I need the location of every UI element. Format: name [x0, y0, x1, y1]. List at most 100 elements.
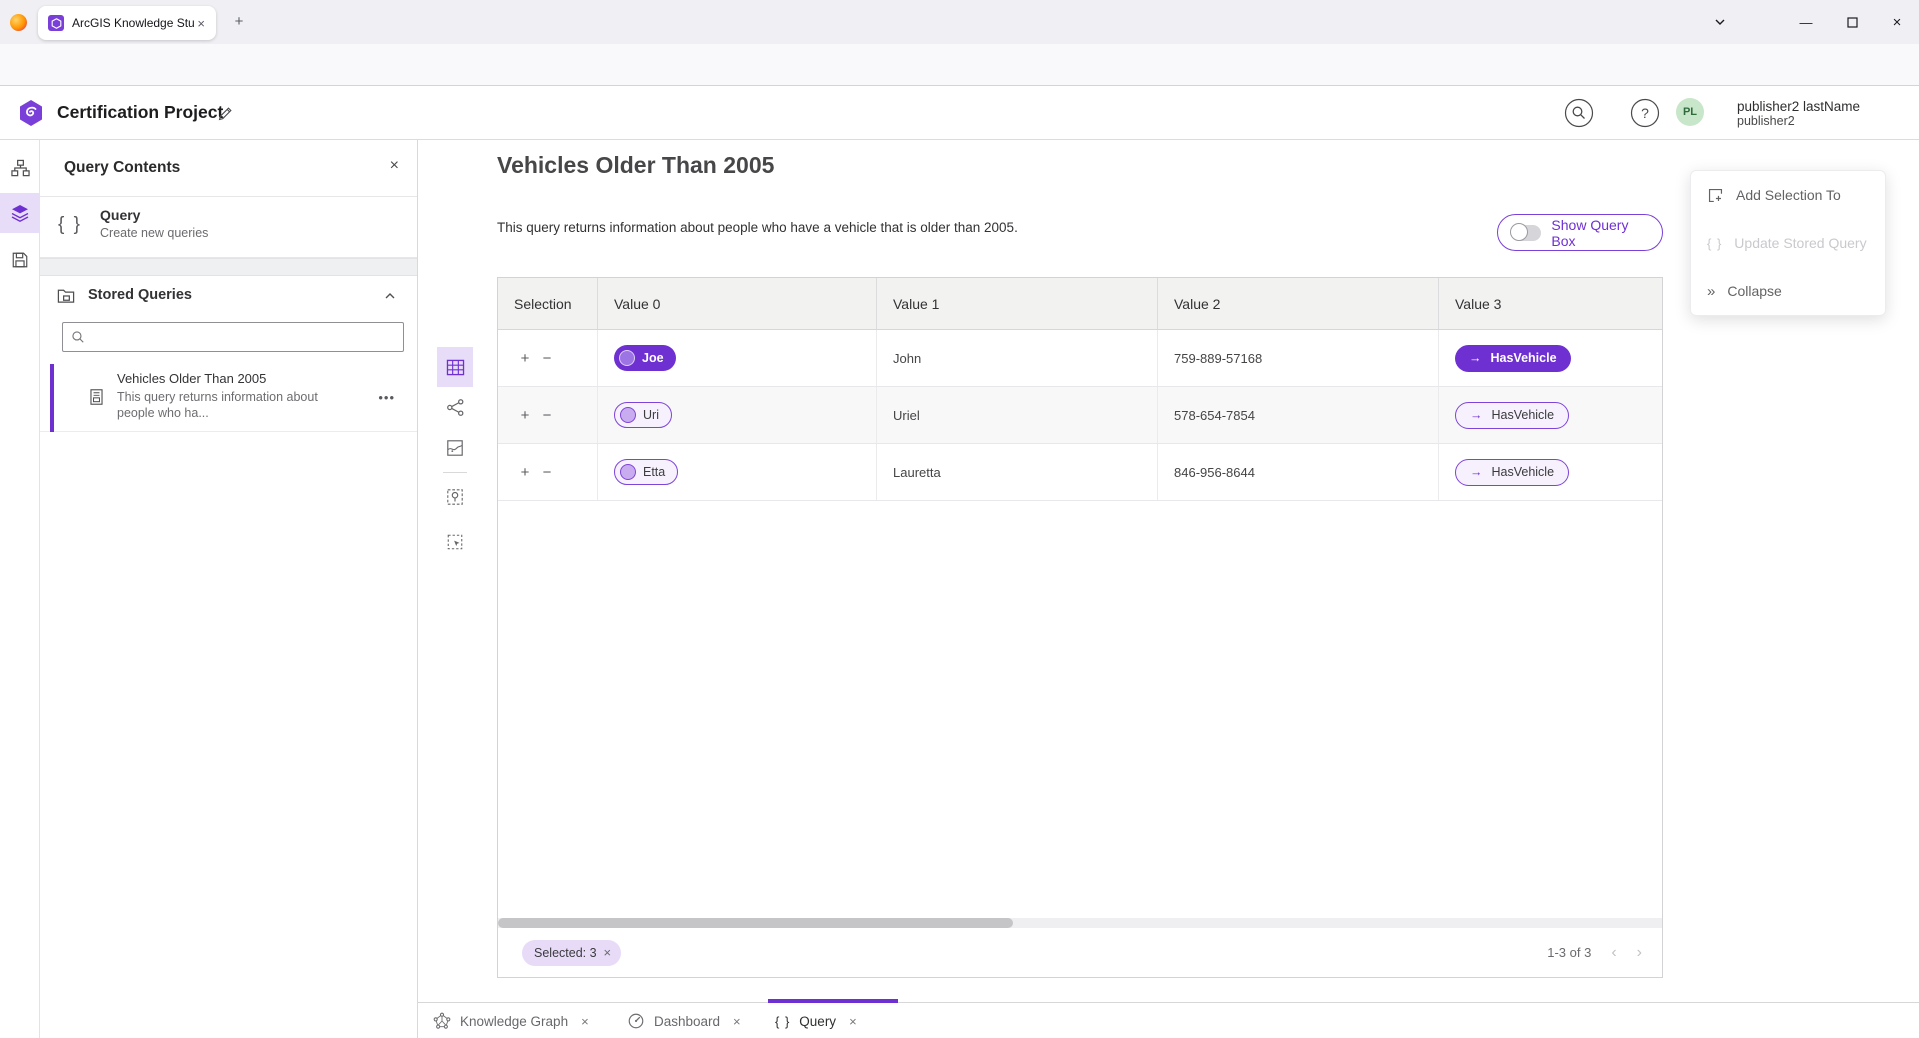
column-header-value1[interactable]: Value 1 [877, 278, 1158, 329]
stored-queries-header[interactable]: Stored Queries [40, 276, 417, 316]
entity-pill[interactable]: Uri [614, 402, 672, 428]
remove-selection-icon[interactable]: − [536, 464, 558, 481]
contents-button[interactable] [0, 193, 40, 233]
entity-dot-icon [620, 407, 636, 423]
search-input[interactable] [91, 330, 395, 345]
remove-selection-icon[interactable]: − [536, 407, 558, 424]
maximize-window-button[interactable] [1832, 0, 1872, 44]
query-item[interactable]: { } Query Create new queries [40, 197, 417, 258]
horizontal-scrollbar[interactable] [498, 918, 1662, 928]
results-table: Selection Value 0 Value 1 Value 2 Value … [497, 277, 1663, 978]
stored-query-title: Vehicles Older Than 2005 [117, 371, 266, 386]
relationship-pill[interactable]: →HasVehicle [1455, 402, 1569, 429]
knowledge-studio-favicon [48, 15, 64, 31]
stored-query-options-icon[interactable]: ••• [378, 390, 395, 405]
relationship-cell: →HasVehicle [1439, 444, 1662, 500]
selection-tools-button[interactable] [437, 522, 473, 562]
minimize-window-button[interactable]: — [1786, 0, 1826, 44]
save-button[interactable] [0, 240, 40, 280]
remove-selection-icon[interactable]: − [536, 350, 558, 367]
stored-query-doc-icon [88, 388, 105, 406]
value2-cell: 846-956-8644 [1158, 444, 1439, 500]
entity-pill[interactable]: Joe [614, 345, 676, 371]
value1-cell: Lauretta [877, 444, 1158, 500]
map-icon [446, 439, 464, 457]
tab-close-icon[interactable]: × [733, 1014, 741, 1029]
selection-cell: + − [498, 387, 598, 443]
firefox-icon[interactable] [10, 14, 27, 31]
screen: ArcGIS Knowledge Studio × + — × [0, 0, 1919, 1038]
menu-item-collapse[interactable]: » Collapse [1691, 267, 1885, 315]
double-chevron-icon: » [1707, 283, 1715, 300]
relationship-cell: →HasVehicle [1439, 387, 1662, 443]
map-view-button[interactable] [437, 428, 473, 468]
add-selection-to-icon [1707, 187, 1724, 204]
toggle-track[interactable] [1512, 225, 1541, 241]
list-tabs-icon[interactable] [1700, 0, 1740, 44]
column-header-value0[interactable]: Value 0 [598, 278, 877, 329]
selected-indicator [50, 364, 54, 432]
viewer-description: This query returns information about peo… [497, 220, 1018, 235]
tab-close-icon[interactable]: × [849, 1014, 857, 1029]
clear-selection-icon[interactable]: × [604, 945, 612, 960]
value2-cell: 578-654-7854 [1158, 387, 1439, 443]
user-avatar[interactable]: PL [1676, 98, 1704, 126]
selected-count-chip[interactable]: Selected: 3 × [522, 940, 621, 966]
tab-query[interactable]: { } Query × [775, 1003, 857, 1038]
show-query-box-toggle[interactable]: Show Query Box [1497, 214, 1663, 251]
stored-query-description: This query returns information about peo… [117, 389, 345, 421]
column-header-selection[interactable]: Selection [498, 278, 598, 329]
menu-item-add-selection-to[interactable]: Add Selection To [1691, 171, 1885, 219]
tab-knowledge-graph[interactable]: Knowledge Graph × [433, 1003, 589, 1038]
close-window-button[interactable]: × [1877, 0, 1917, 44]
table-view-button[interactable] [437, 347, 473, 387]
next-page-button[interactable]: › [1637, 944, 1642, 962]
help-button[interactable]: ? [1630, 98, 1660, 128]
arcgis-knowledge-logo [16, 98, 46, 128]
entity-dot-icon [619, 350, 635, 366]
column-header-value3[interactable]: Value 3 [1439, 278, 1662, 329]
search-button[interactable] [1564, 98, 1594, 128]
table-row[interactable]: + − Joe John 759-889-57168 →HasVehicle [498, 330, 1662, 387]
menu-item-update-stored-query[interactable]: { } Update Stored Query [1691, 219, 1885, 267]
link-chart-icon [446, 398, 465, 417]
panel-close-icon[interactable]: × [390, 157, 399, 175]
tab-close-icon[interactable]: × [581, 1014, 589, 1029]
user-handle: publisher2 [1737, 114, 1860, 129]
stored-queries-search[interactable] [62, 322, 404, 352]
new-tab-button[interactable]: + [228, 11, 250, 33]
table-row[interactable]: + − Uri Uriel 578-654-7854 →HasVehicle [498, 387, 1662, 444]
left-rail: » [0, 140, 40, 1038]
relationship-pill[interactable]: →HasVehicle [1455, 345, 1571, 372]
table-row[interactable]: + − Etta Lauretta 846-956-8644 →HasVehic… [498, 444, 1662, 501]
link-chart-button[interactable] [437, 387, 473, 427]
stored-query-item[interactable]: Vehicles Older Than 2005 This query retu… [40, 364, 417, 432]
add-selection-icon[interactable]: + [514, 350, 536, 367]
add-to-map-icon [446, 488, 464, 506]
add-selection-icon[interactable]: + [514, 407, 536, 424]
toggle-knob[interactable] [1510, 223, 1528, 241]
scrollbar-thumb[interactable] [498, 918, 1013, 928]
add-selection-icon[interactable]: + [514, 464, 536, 481]
query-item-subtitle: Create new queries [100, 226, 208, 240]
value2-cell: 759-889-57168 [1158, 330, 1439, 386]
edit-title-icon[interactable] [217, 105, 234, 122]
layers-icon [10, 203, 30, 223]
browser-tab-bar: ArcGIS Knowledge Studio × + — × [0, 0, 1919, 44]
query-item-title: Query [100, 207, 208, 223]
panel-header: Query Contents × [40, 140, 417, 197]
arrow-right-icon: → [1470, 465, 1483, 479]
tab-close-icon[interactable]: × [194, 16, 208, 31]
relationship-pill[interactable]: →HasVehicle [1455, 459, 1569, 486]
panel-separator [40, 258, 417, 276]
chevron-up-icon[interactable] [383, 289, 397, 303]
browser-tab[interactable]: ArcGIS Knowledge Studio × [38, 6, 216, 40]
add-to-map-button[interactable] [437, 477, 473, 517]
entity-pill[interactable]: Etta [614, 459, 678, 485]
data-model-button[interactable] [0, 148, 40, 188]
sitemap-icon [11, 159, 30, 178]
previous-page-button[interactable]: ‹ [1611, 944, 1616, 962]
column-header-value2[interactable]: Value 2 [1158, 278, 1439, 329]
bottom-tab-bar: Knowledge Graph × Dashboard × { } Query … [418, 1002, 1919, 1038]
tab-dashboard[interactable]: Dashboard × [627, 1003, 741, 1038]
